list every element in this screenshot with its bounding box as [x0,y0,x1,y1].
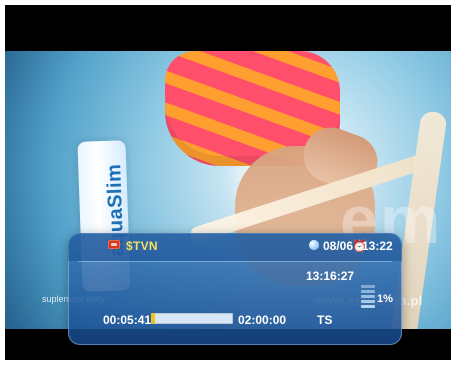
signal-bar-5 [361,305,375,308]
signal-bar-4 [361,300,375,303]
mode-label: TS [317,313,333,327]
signal-bars-icon [361,285,375,309]
osd-panel: $TVN 08/06 ⏰ 13:22 13:16:27 1% 00:05:41 … [68,233,402,345]
progress-fill [151,313,156,324]
progress-bar [151,313,233,324]
clock-icon [309,240,319,250]
signal-bar-2 [361,290,375,293]
tv-screen: aquaSlim em suplement diety www.aquaSlim… [5,5,451,360]
osd-divider [78,261,392,262]
total-duration: 02:00:00 [238,313,287,327]
channel-name: $TVN [126,239,158,253]
date: 08/06 [323,239,354,253]
current-time: 13:16:27 [306,269,355,283]
tv-bezel: aquaSlim em suplement diety www.aquaSlim… [0,0,456,365]
elapsed-time: 00:05:41 [103,313,152,327]
signal-bar-1 [361,285,375,288]
signal-percent: 1% [377,293,393,305]
tv-record-icon [108,240,120,249]
signal-bar-3 [361,295,375,298]
clock-time: 13:22 [362,239,393,253]
